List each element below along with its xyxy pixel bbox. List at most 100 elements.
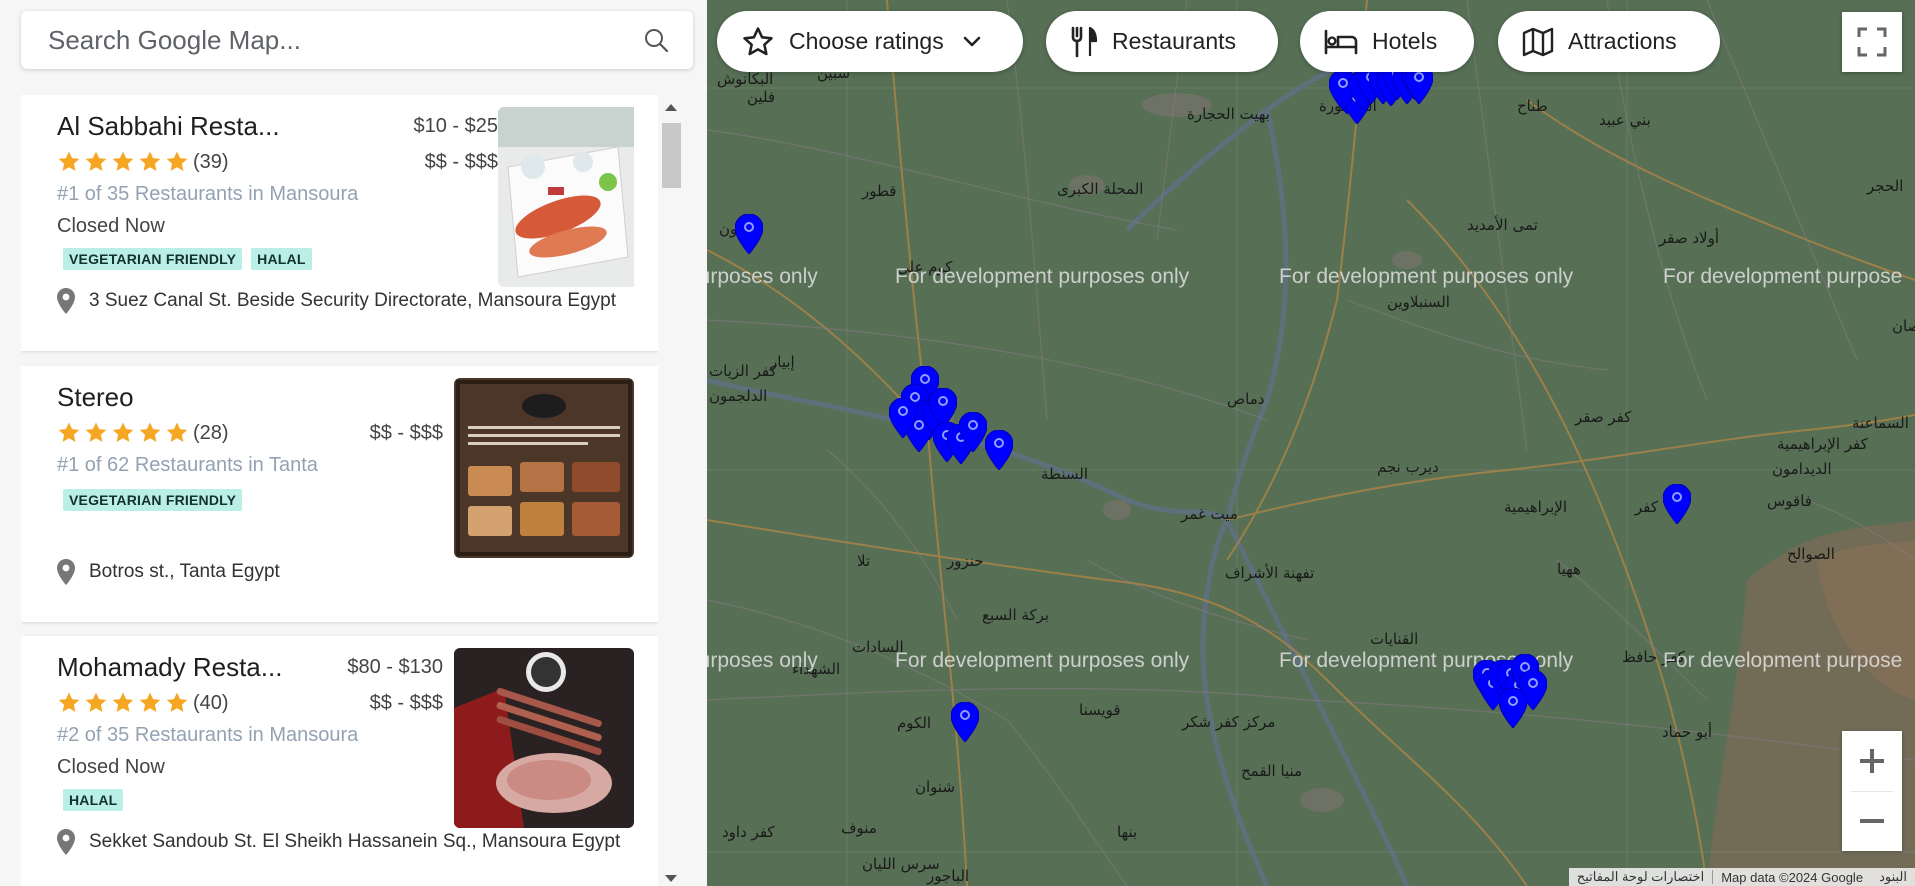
map-place-label: ديرب نجم	[1377, 458, 1439, 476]
fork-knife-icon	[1071, 26, 1098, 57]
map-place-label: الدلجمون	[709, 387, 768, 405]
search-icon[interactable]	[643, 27, 669, 53]
result-photo[interactable]	[454, 378, 634, 558]
tag-vegetarian: VEGETARIAN FRIENDLY	[63, 489, 243, 511]
map-place-label: الحجر	[1867, 177, 1904, 195]
search-box[interactable]	[21, 11, 693, 69]
map-marker-icon[interactable]	[985, 430, 1013, 470]
search-input[interactable]	[48, 24, 643, 56]
map-marker-icon[interactable]	[959, 412, 987, 452]
price-range: $80 - $130	[347, 656, 443, 678]
address-text: 3 Suez Canal St. Beside Security Directo…	[89, 290, 616, 311]
hotels-filter-button[interactable]: Hotels	[1300, 11, 1474, 72]
star-icon	[166, 422, 188, 442]
fullscreen-button[interactable]	[1842, 12, 1902, 72]
map-place-label: حنزور	[947, 552, 984, 570]
map-data-credit: Map data ©2024 Google	[1721, 869, 1864, 885]
price-level: $$ - $$$	[424, 151, 498, 173]
keyboard-shortcuts-link[interactable]: اختصارات لوحة المفاتيح	[1569, 869, 1712, 885]
location-pin-icon	[57, 559, 75, 585]
star-icons	[57, 421, 192, 445]
result-photo[interactable]	[454, 648, 634, 828]
map-canvas[interactable]: البكاتوش فلين شبين قطور بسيون كوم علي ال…	[707, 0, 1915, 886]
result-name[interactable]: Stereo	[57, 382, 134, 413]
result-card[interactable]: Stereo $$ - $$$ (28) #1 of 62 Restaurant…	[21, 366, 658, 622]
map-place-label: إبيار	[770, 353, 795, 371]
scroll-up-arrow-icon[interactable]	[665, 104, 677, 111]
attractions-filter-label: Attractions	[1568, 28, 1677, 54]
map-place-label: قويسنا	[1079, 701, 1121, 719]
map-place-label: المحلة الكبرى	[1057, 180, 1144, 198]
map-place-label: بهيت الحجارة	[1187, 105, 1270, 123]
scroll-thumb[interactable]	[662, 123, 681, 188]
map-place-label: القنايات	[1370, 630, 1419, 648]
menu-photo-image	[454, 378, 634, 558]
ratings-filter-dropdown[interactable]: Choose ratings	[717, 11, 1023, 72]
star-icon	[85, 151, 107, 171]
attractions-filter-button[interactable]: Attractions	[1498, 11, 1720, 72]
minus-icon	[1860, 819, 1884, 823]
result-rank: #1 of 62 Restaurants in Tanta	[57, 454, 318, 476]
tag-halal: HALAL	[63, 789, 124, 811]
price-level: $$ - $$$	[369, 692, 443, 714]
star-icon	[139, 692, 161, 712]
map-marker-icon[interactable]	[1663, 484, 1691, 524]
star-icon	[139, 151, 161, 171]
star-icon	[58, 692, 80, 712]
scroll-down-arrow-icon[interactable]	[665, 875, 677, 882]
map-watermark: For development purposes only	[895, 265, 1190, 288]
tag-vegetarian: VEGETARIAN FRIENDLY	[63, 248, 243, 270]
map-watermark: purposes only	[707, 265, 818, 288]
map-marker-icon[interactable]	[889, 398, 917, 438]
map-place-label: طناح	[1517, 97, 1548, 115]
map-place-label: الباجور	[927, 867, 970, 885]
results-list[interactable]: Al Sabbahi Resta... $10 - $25 $$ - $$$ (…	[21, 95, 658, 886]
tag-list: HALAL	[63, 789, 124, 811]
zoom-out-button[interactable]	[1842, 791, 1902, 851]
map-place-label: بركة السبع	[982, 606, 1050, 624]
zoom-control	[1842, 731, 1902, 851]
results-scrollbar[interactable]	[659, 95, 681, 886]
map-watermark: For development purpose	[1663, 265, 1903, 288]
map-place-label: بنها	[1117, 823, 1138, 841]
bed-icon	[1324, 29, 1358, 54]
address-text: Botros st., Tanta Egypt	[89, 561, 280, 582]
ratings-filter-label: Choose ratings	[789, 28, 944, 54]
result-name[interactable]: Mohamady Resta...	[57, 652, 282, 683]
map-place-label: البكاتوش	[717, 70, 774, 88]
star-icon	[58, 422, 80, 442]
review-count[interactable]: (40)	[193, 692, 229, 715]
map-place-label: كفر الإبراهيمية	[1777, 435, 1868, 453]
map-marker-icon[interactable]	[951, 702, 979, 742]
terms-link[interactable]: البنود	[1871, 869, 1915, 885]
restaurants-filter-button[interactable]: Restaurants	[1046, 11, 1278, 72]
map-place-label: السماعنة	[1852, 414, 1909, 432]
price-level: $$ - $$$	[369, 422, 443, 444]
map-place-label: ههيا	[1557, 560, 1581, 578]
fullscreen-icon	[1857, 27, 1887, 57]
map-marker-icon[interactable]	[735, 214, 763, 254]
map-place-label: ميت غمر	[1181, 505, 1238, 523]
map-place-label: بني عبيد	[1599, 111, 1651, 129]
result-rank: #2 of 35 Restaurants in Mansoura	[57, 724, 359, 746]
map-place-label: كفر الزيات	[709, 362, 777, 380]
star-icons	[57, 150, 192, 174]
star-outline-icon	[743, 26, 773, 55]
map-place-label: فاقوس	[1767, 492, 1812, 510]
result-card[interactable]: Al Sabbahi Resta... $10 - $25 $$ - $$$ (…	[21, 95, 658, 351]
result-name[interactable]: Al Sabbahi Resta...	[57, 111, 280, 142]
map-place-label: الإبراهيمية	[1504, 498, 1568, 516]
map-marker-icon[interactable]	[1499, 688, 1527, 728]
zoom-in-button[interactable]	[1842, 731, 1902, 791]
map-place-label: أولاد صقر	[1659, 229, 1720, 247]
star-icon	[139, 422, 161, 442]
review-count[interactable]: (28)	[193, 422, 229, 445]
result-photo[interactable]	[498, 107, 658, 287]
star-icons	[57, 691, 192, 715]
result-address: Botros st., Tanta Egypt	[57, 559, 280, 585]
review-count[interactable]: (39)	[193, 151, 229, 174]
rating-stars: (39)	[57, 150, 229, 174]
result-card[interactable]: Mohamady Resta... $80 - $130 $$ - $$$ (4…	[21, 636, 658, 886]
tag-list: VEGETARIAN FRIENDLY	[63, 489, 243, 511]
result-rank: #1 of 35 Restaurants in Mansoura	[57, 183, 359, 205]
